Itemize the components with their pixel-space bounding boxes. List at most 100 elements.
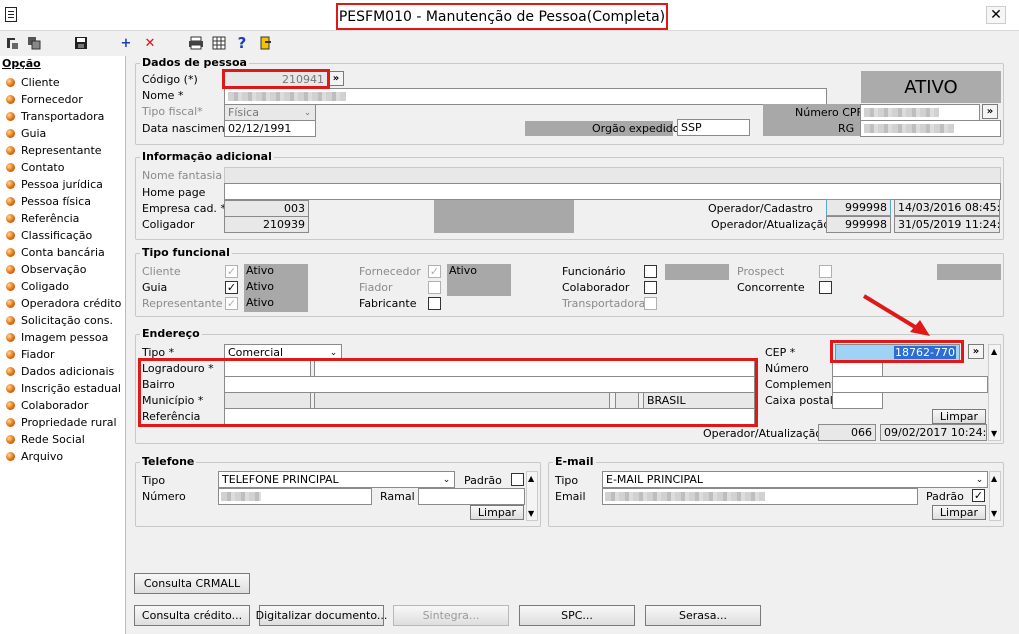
tel-padrao-checkbox[interactable] [511, 473, 524, 486]
email-tipo-select[interactable]: E-MAIL PRINCIPAL ⌄ [602, 471, 988, 488]
transportadora-checkbox[interactable] [644, 297, 657, 310]
help-icon[interactable]: ? [234, 34, 250, 52]
grid-icon[interactable] [211, 35, 227, 51]
ramal-field[interactable] [418, 488, 525, 505]
sidebar-item[interactable]: Dados adicionais [6, 363, 114, 380]
cpf-label: Número CPF [795, 106, 863, 119]
sidebar-item[interactable]: Imagem pessoa [6, 329, 108, 346]
codigo-lookup-button[interactable]: » [328, 71, 344, 86]
add-icon[interactable]: + [118, 35, 134, 51]
home-page-field[interactable] [224, 183, 1001, 200]
bullet-icon [6, 333, 15, 342]
sidebar-item[interactable]: Representante [6, 142, 102, 159]
fabricante-checkbox[interactable] [428, 297, 441, 310]
export-icon[interactable] [4, 35, 20, 51]
highlight-endereco [138, 358, 758, 427]
fabricante-label: Fabricante [359, 297, 417, 310]
caixa-postal-field[interactable] [832, 392, 883, 409]
sidebar-item[interactable]: Rede Social [6, 431, 85, 448]
bullet-icon [6, 197, 15, 206]
fiador-checkbox[interactable] [428, 281, 441, 294]
consulta-credito-button[interactable]: Consulta crédito... [134, 605, 250, 626]
sidebar-item-label: Cliente [21, 76, 60, 89]
sidebar-item[interactable]: Classificação [6, 227, 92, 244]
concorrente-checkbox[interactable] [819, 281, 832, 294]
email-padrao-checkbox[interactable]: ✓ [972, 489, 985, 502]
spc-button[interactable]: SPC... [519, 605, 635, 626]
exit-icon[interactable] [257, 35, 273, 51]
end-op-atu-field[interactable]: 066 [818, 424, 876, 441]
sidebar-item[interactable]: Colaborador [6, 397, 88, 414]
scroll-down-icon[interactable]: ▼ [528, 509, 534, 518]
representante-checkbox[interactable]: ✓ [225, 297, 238, 310]
tipo-funcional-title: Tipo funcional [140, 246, 232, 259]
colaborador-checkbox[interactable] [644, 281, 657, 294]
complemento-field[interactable] [832, 376, 988, 393]
sidebar-item[interactable]: Propriedade rural [6, 414, 117, 431]
sidebar-item[interactable]: Observação [6, 261, 86, 278]
sidebar-item[interactable]: Pessoa jurídica [6, 176, 103, 193]
coligador-field[interactable]: 210939 [224, 216, 309, 233]
serasa-button[interactable]: Serasa... [645, 605, 761, 626]
op-atu-field[interactable]: 999998 [826, 216, 891, 233]
save-icon[interactable] [73, 35, 89, 51]
print-icon[interactable] [188, 35, 204, 51]
sidebar-item[interactable]: Contato [6, 159, 64, 176]
scroll-down-icon[interactable]: ▼ [991, 429, 997, 438]
consulta-crmall-button[interactable]: Consulta CRMALL [134, 573, 250, 594]
scroll-down-icon[interactable]: ▼ [991, 509, 997, 518]
scroll-up-icon[interactable]: ▲ [991, 347, 997, 356]
op-atu-date[interactable]: 31/05/2019 11:24:12 [894, 216, 1000, 233]
telefone-scrollbar[interactable]: ▲ ▼ [526, 471, 538, 521]
endereco-limpar-button[interactable]: Limpar [932, 409, 986, 424]
close-button[interactable]: ✕ [986, 6, 1006, 24]
sidebar-item-label: Observação [21, 263, 87, 276]
sidebar-item[interactable]: Inscrição estadual [6, 380, 121, 397]
email-limpar-button[interactable]: Limpar [932, 505, 986, 520]
nome-fantasia-field[interactable] [224, 167, 1001, 184]
sidebar-item[interactable]: Pessoa física [6, 193, 91, 210]
caixa-postal-label: Caixa postal [765, 394, 833, 407]
copy-icon[interactable] [26, 35, 42, 51]
sidebar-item[interactable]: Transportadora [6, 108, 104, 125]
bullet-icon [6, 129, 15, 138]
delete-icon[interactable]: ✕ [142, 35, 158, 51]
fiador-label: Fiador [359, 281, 393, 294]
fornecedor-checkbox[interactable]: ✓ [428, 265, 441, 278]
cep-lookup-button[interactable]: » [968, 344, 984, 359]
cpf-lookup-button[interactable]: » [982, 104, 998, 119]
funcionario-checkbox[interactable] [644, 265, 657, 278]
sidebar-item[interactable]: Referência [6, 210, 79, 227]
sidebar-item[interactable]: Guia [6, 125, 46, 142]
sidebar-item[interactable]: Operadora crédito [6, 295, 121, 312]
tel-tipo-select[interactable]: TELEFONE PRINCIPAL ⌄ [218, 471, 455, 488]
empresa-field[interactable]: 003 [224, 200, 309, 217]
bullet-icon [6, 299, 15, 308]
endereco-scrollbar[interactable]: ▲ ▼ [988, 344, 1001, 441]
cliente-checkbox[interactable]: ✓ [225, 265, 238, 278]
guia-checkbox[interactable]: ✓ [225, 281, 238, 294]
sidebar-item-label: Dados adicionais [21, 365, 115, 378]
scroll-up-icon[interactable]: ▲ [528, 474, 534, 483]
op-cad-field[interactable]: 999998 [826, 199, 891, 216]
scroll-up-icon[interactable]: ▲ [991, 474, 997, 483]
sintegra-button[interactable]: Sintegra... [393, 605, 509, 626]
sidebar-item[interactable]: Fiador [6, 346, 55, 363]
end-op-atu-date[interactable]: 09/02/2017 10:24:12 [880, 424, 987, 441]
email-scrollbar[interactable]: ▲ ▼ [989, 471, 1001, 521]
sidebar-item[interactable]: Coligado [6, 278, 69, 295]
tipo-fiscal-select[interactable]: Física ⌄ [224, 104, 316, 121]
colaborador-label: Colaborador [562, 281, 630, 294]
bullet-icon [6, 435, 15, 444]
telefone-limpar-button[interactable]: Limpar [470, 505, 524, 520]
op-cad-date[interactable]: 14/03/2016 08:45:33 [894, 199, 1000, 216]
sidebar-item[interactable]: Conta bancária [6, 244, 105, 261]
digitalizar-documento-button[interactable]: Digitalizar documento... [256, 605, 387, 626]
sidebar-item[interactable]: Arquivo [6, 448, 63, 465]
sidebar-item[interactable]: Solicitação cons. [6, 312, 113, 329]
sidebar-item[interactable]: Fornecedor [6, 91, 83, 108]
orgao-field[interactable]: SSP [677, 119, 750, 136]
sidebar-item[interactable]: Cliente [6, 74, 60, 91]
data-nasc-field[interactable]: 02/12/1991 [224, 120, 316, 137]
prospect-checkbox[interactable] [819, 265, 832, 278]
